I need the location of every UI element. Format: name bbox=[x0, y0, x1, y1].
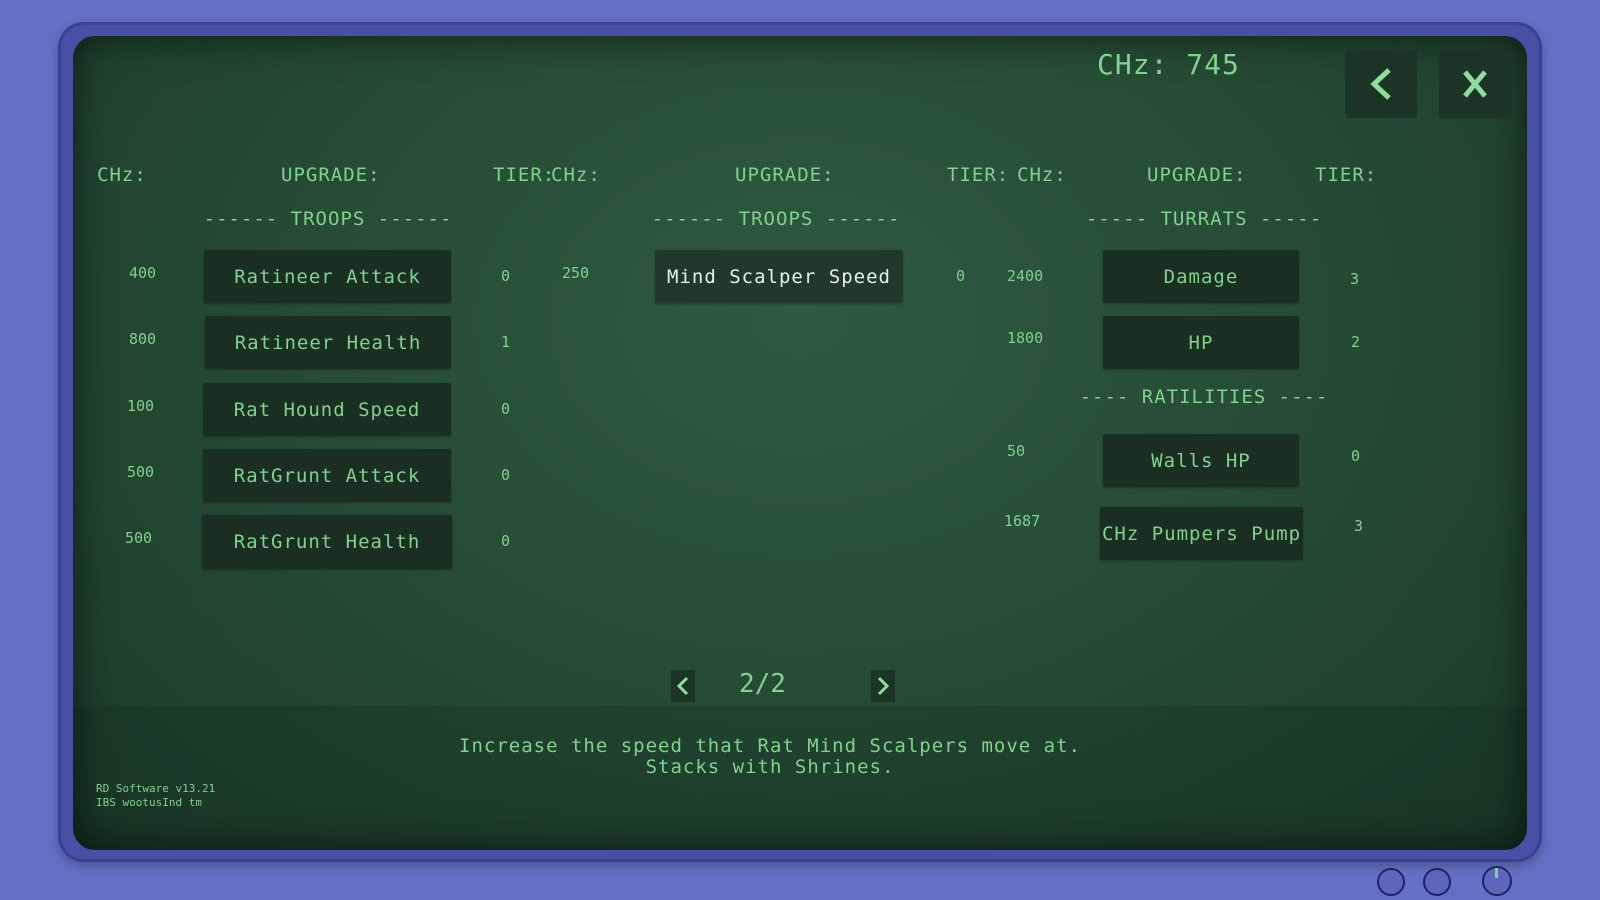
troops-section-title: ------ TROOPS ------ bbox=[203, 208, 453, 230]
troops-section-title-2: ------ TROOPS ------ bbox=[651, 208, 901, 230]
upgrade-ratgrunt-health-button[interactable]: RatGrunt Health bbox=[202, 515, 452, 569]
tier-ratineer-attack: 0 bbox=[501, 267, 511, 285]
col3-cost-header: CHz: bbox=[1017, 164, 1067, 186]
tier-turrat-damage: 3 bbox=[1350, 270, 1360, 288]
power-indicator-icon bbox=[1495, 868, 1498, 878]
version-line-1: RD Software v13.21 bbox=[96, 782, 216, 795]
page-indicator: 2/2 bbox=[739, 669, 786, 699]
close-x-icon bbox=[1463, 70, 1487, 98]
upgrade-turrat-hp-button[interactable]: HP bbox=[1103, 316, 1299, 369]
col1-cost-header: CHz: bbox=[97, 164, 147, 186]
col2-tier-header: TIER: bbox=[947, 164, 1010, 186]
tier-mind-scalper-speed: 0 bbox=[956, 267, 966, 285]
col1-tier-header: TIER: bbox=[493, 164, 556, 186]
col2-cost-header: CHz: bbox=[551, 164, 601, 186]
tier-rat-hound-speed: 0 bbox=[501, 400, 511, 418]
power-knob[interactable] bbox=[1482, 866, 1512, 896]
close-button[interactable] bbox=[1439, 50, 1511, 118]
version-info: RD Software v13.21 IBS wootusInd tm bbox=[96, 782, 215, 810]
col3-upgrade-header: UPGRADE: bbox=[1147, 164, 1247, 186]
cost-turrat-hp: 1800 bbox=[1007, 329, 1044, 347]
currency-label: CHz: bbox=[1097, 48, 1169, 81]
cost-ratineer-health: 800 bbox=[129, 330, 157, 348]
tier-walls-hp: 0 bbox=[1351, 447, 1361, 465]
upgrade-ratineer-health-button[interactable]: Ratineer Health bbox=[205, 316, 451, 369]
upgrade-ratgrunt-attack-button[interactable]: RatGrunt Attack bbox=[203, 449, 451, 502]
upgrade-walls-hp-button[interactable]: Walls HP bbox=[1103, 434, 1299, 487]
tier-ratineer-health: 1 bbox=[501, 333, 511, 351]
cost-rat-hound-speed: 100 bbox=[127, 397, 155, 415]
upgrade-turrat-damage-button[interactable]: Damage bbox=[1103, 250, 1299, 303]
cost-ratineer-attack: 400 bbox=[129, 264, 157, 282]
upgrade-ratineer-attack-button[interactable]: Ratineer Attack bbox=[204, 250, 451, 303]
currency-value: 745 bbox=[1186, 48, 1240, 81]
upgrade-description: Increase the speed that Rat Mind Scalper… bbox=[73, 736, 1467, 778]
chevron-left-icon bbox=[677, 676, 689, 696]
col1-upgrade-header: UPGRADE: bbox=[281, 164, 381, 186]
tier-ratgrunt-health: 0 bbox=[501, 532, 511, 550]
upgrade-rat-hound-speed-button[interactable]: Rat Hound Speed bbox=[203, 383, 451, 436]
ratilities-section-title: ---- RATILITIES ---- bbox=[1079, 386, 1329, 408]
cost-chz-pumpers-pump: 1687 bbox=[1004, 512, 1041, 530]
upgrade-mind-scalper-speed-button[interactable]: Mind Scalper Speed bbox=[655, 250, 903, 303]
version-line-2: IBS wootusInd tm bbox=[96, 796, 202, 809]
currency-display: CHz: 745 bbox=[1097, 48, 1240, 81]
next-page-button[interactable] bbox=[871, 670, 895, 702]
cost-ratgrunt-health: 500 bbox=[125, 529, 153, 547]
col2-upgrade-header: UPGRADE: bbox=[735, 164, 835, 186]
prev-page-button[interactable] bbox=[671, 670, 695, 702]
col3-tier-header: TIER: bbox=[1315, 164, 1378, 186]
tier-turrat-hp: 2 bbox=[1351, 333, 1361, 351]
cost-ratgrunt-attack: 500 bbox=[127, 463, 155, 481]
tier-ratgrunt-attack: 0 bbox=[501, 466, 511, 484]
description-line-2: Stacks with Shrines. bbox=[645, 756, 895, 778]
description-line-1: Increase the speed that Rat Mind Scalper… bbox=[459, 735, 1081, 757]
back-button[interactable] bbox=[1345, 50, 1417, 118]
monitor-knob-2 bbox=[1423, 868, 1451, 896]
description-panel bbox=[73, 706, 1527, 850]
upgrade-screen: CHz: 745 CHz: UPGRADE: TIER: CHz: UPGRAD… bbox=[73, 36, 1527, 850]
cost-turrat-damage: 2400 bbox=[1007, 267, 1044, 285]
upgrade-chz-pumpers-pump-button[interactable]: CHz Pumpers Pump bbox=[1100, 507, 1303, 560]
turrats-section-title: ----- TURRATS ----- bbox=[1085, 208, 1323, 230]
chevron-left-icon bbox=[1370, 68, 1391, 100]
tier-chz-pumpers-pump: 3 bbox=[1354, 517, 1364, 535]
cost-walls-hp: 50 bbox=[1007, 442, 1026, 460]
cost-mind-scalper-speed: 250 bbox=[562, 264, 590, 282]
chevron-right-icon bbox=[877, 676, 889, 696]
monitor-knob-1 bbox=[1377, 868, 1405, 896]
